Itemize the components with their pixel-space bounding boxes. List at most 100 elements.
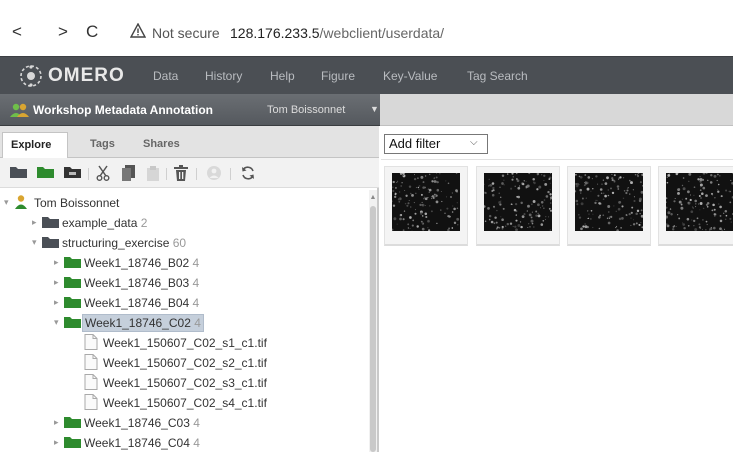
expand-icon[interactable]: ▸	[32, 214, 42, 230]
divider	[381, 159, 733, 160]
back-button[interactable]: <	[12, 22, 22, 42]
tree-scrollbar[interactable]: ▲	[369, 190, 377, 452]
tree-item-label: Week1_150607_C02_s3_c1.tif	[103, 376, 267, 390]
dataset-folder-icon	[64, 435, 82, 452]
tree-item-label: Week1_18746_C04	[84, 436, 190, 450]
scroll-up-icon[interactable]: ▲	[369, 194, 377, 201]
url-field[interactable]: 128.176.233.5/webclient/userdata/	[230, 25, 444, 41]
center-panel: Add filter ⌵	[381, 126, 733, 452]
image-thumbnail[interactable]	[384, 166, 468, 246]
warning-icon[interactable]	[129, 22, 147, 43]
url-path: /webclient/userdata/	[319, 25, 445, 41]
caret-down-icon[interactable]: ▼	[370, 104, 379, 114]
child-count: 4	[193, 416, 200, 430]
tab-explore[interactable]: Explore	[2, 132, 68, 158]
dataset-folder-icon	[64, 255, 82, 273]
tree-item-image[interactable]: Week1_150607_C02_s3_c1.tif	[4, 374, 364, 394]
toolbar-divider	[88, 168, 89, 180]
child-count: 4	[192, 296, 200, 310]
group-icon	[10, 102, 30, 123]
expand-icon[interactable]: ▸	[54, 414, 64, 430]
image-thumbnail[interactable]	[567, 166, 651, 246]
delete-icon[interactable]	[174, 165, 188, 186]
collapse-icon[interactable]: ▾	[54, 314, 64, 330]
nav-help[interactable]: Help	[270, 69, 295, 83]
nav-tag-search[interactable]: Tag Search	[467, 69, 528, 83]
image-file-icon	[84, 334, 98, 354]
toolbar-divider	[196, 168, 197, 180]
tree-item-label: Week1_18746_B03	[84, 276, 190, 290]
tree-item-image[interactable]: Week1_150607_C02_s2_c1.tif	[4, 354, 364, 374]
child-count: 4	[192, 276, 200, 290]
toolbar-divider	[230, 168, 231, 180]
dataset-folder-icon	[64, 295, 82, 313]
group-name[interactable]: Workshop Metadata Annotation	[33, 103, 213, 117]
tree-item-label: Week1_150607_C02_s4_c1.tif	[103, 396, 267, 410]
scrollbar-thumb[interactable]	[370, 206, 376, 452]
nav-figure[interactable]: Figure	[321, 69, 355, 83]
tree-item-dataset[interactable]: ▸ Week1_18746_C04 4	[4, 434, 364, 452]
group-selector-bar[interactable]: Workshop Metadata Annotation Tom Boisson…	[0, 94, 380, 126]
tree-item-image[interactable]: Week1_150607_C02_s1_c1.tif	[4, 334, 364, 354]
cut-icon[interactable]	[96, 165, 110, 186]
tree-item-project[interactable]: ▾ structuring_exercise 60	[4, 234, 364, 254]
image-file-icon	[84, 394, 98, 414]
nav-key-value[interactable]: Key-Value	[383, 69, 437, 83]
add-filter-select[interactable]: Add filter ⌵	[384, 134, 488, 154]
image-thumbnail[interactable]	[658, 166, 733, 246]
tree-root-user[interactable]: ▾ Tom Boissonnet	[4, 194, 364, 214]
toolbar-divider	[166, 168, 167, 180]
copy-icon[interactable]	[122, 165, 136, 186]
expand-icon[interactable]: ▸	[54, 274, 64, 290]
tree-item-dataset[interactable]: ▸ Week1_18746_B04 4	[4, 294, 364, 314]
url-host: 128.176.233.5	[230, 25, 320, 41]
filter-select-value: Add filter	[389, 136, 441, 151]
left-panel: Explore Tags Shares ▾ Tom Boissonnet ▸ e…	[0, 126, 379, 452]
expand-icon[interactable]: ▸	[54, 434, 64, 450]
tree-item-project[interactable]: ▸ example_data 2	[4, 214, 364, 234]
dataset-folder-icon	[64, 415, 82, 433]
child-count: 4	[194, 316, 201, 330]
collapse-icon[interactable]: ▾	[32, 234, 42, 250]
expand-icon[interactable]: ▸	[54, 294, 64, 310]
new-folder-icon[interactable]	[10, 165, 28, 184]
nav-history[interactable]: History	[205, 69, 242, 83]
nav-data[interactable]: Data	[153, 69, 178, 83]
paste-icon[interactable]	[146, 165, 160, 186]
tree-item-label: Week1_18746_B02	[84, 256, 190, 270]
image-thumbnail[interactable]	[476, 166, 560, 246]
security-label[interactable]: Not secure	[152, 25, 220, 41]
app-top-bar: OMERO Data History Help Figure Key-Value…	[0, 56, 733, 94]
omero-logo-icon[interactable]	[18, 63, 44, 89]
app-logo-text[interactable]: OMERO	[48, 65, 125, 87]
tab-shares[interactable]: Shares	[135, 132, 188, 158]
thumbnail-image	[392, 173, 460, 231]
refresh-icon[interactable]	[240, 165, 256, 186]
new-dataset-icon[interactable]	[37, 165, 55, 184]
tree-item-image[interactable]: Week1_150607_C02_s4_c1.tif	[4, 394, 364, 414]
chevron-down-icon: ⌵	[470, 137, 478, 148]
tree-item-label: Week1_18746_C03	[84, 416, 190, 430]
reload-button[interactable]: C	[86, 22, 98, 42]
new-screen-icon[interactable]	[64, 165, 82, 184]
thumbnail-image	[575, 173, 643, 231]
tree-item-dataset[interactable]: ▸ Week1_18746_B02 4	[4, 254, 364, 274]
collapse-icon[interactable]: ▾	[4, 194, 14, 210]
user-name[interactable]: Tom Boissonnet	[267, 104, 345, 116]
tree-item-label: Week1_18746_C02	[85, 316, 191, 330]
tree-item-dataset-selected[interactable]: ▾ Week1_18746_C02 4	[4, 314, 364, 334]
expand-icon[interactable]: ▸	[54, 254, 64, 270]
tree-item-label: structuring_exercise	[62, 236, 170, 250]
child-count: 4	[193, 436, 200, 450]
tab-bar: Explore Tags Shares	[0, 126, 379, 158]
forward-button[interactable]: >	[58, 22, 68, 42]
tree-item-dataset[interactable]: ▸ Week1_18746_B03 4	[4, 274, 364, 294]
tree-item-label: Week1_150607_C02_s1_c1.tif	[103, 336, 267, 350]
tab-tags[interactable]: Tags	[82, 132, 123, 158]
user-icon	[14, 194, 30, 214]
child-count: 2	[140, 216, 148, 230]
tree-item-dataset[interactable]: ▸ Week1_18746_C03 4	[4, 414, 364, 434]
tree-item-label: Week1_150607_C02_s2_c1.tif	[103, 356, 267, 370]
change-owner-icon[interactable]	[206, 165, 222, 186]
tree-item-label: example_data	[62, 216, 138, 230]
